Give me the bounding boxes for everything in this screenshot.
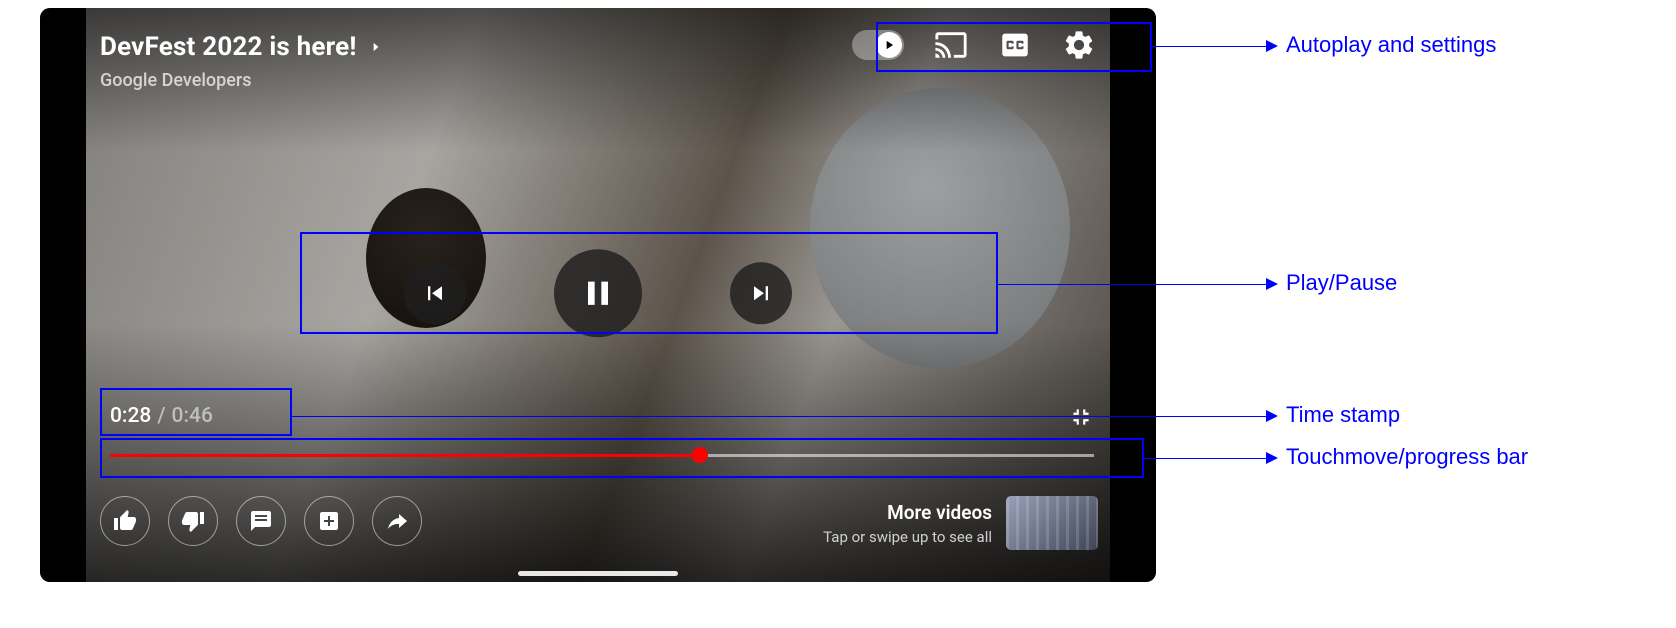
captions-icon[interactable] <box>998 28 1032 62</box>
timestamp-block: 0:28 / 0:46 <box>110 404 213 428</box>
autoplay-toggle[interactable] <box>852 30 904 60</box>
annotation-line-autoplay <box>1152 46 1268 47</box>
like-button[interactable] <box>100 496 150 546</box>
more-videos-block[interactable]: More videos Tap or swipe up to see all <box>823 496 1098 550</box>
annotation-label-playpause: Play/Pause <box>1286 270 1397 296</box>
annotation-arrow-autoplay <box>1266 40 1278 52</box>
annotation-arrow-timestamp <box>1266 410 1278 422</box>
time-separator: / <box>157 404 165 428</box>
more-videos-subtitle: Tap or swipe up to see all <box>823 528 992 546</box>
dislike-button[interactable] <box>168 496 218 546</box>
annotation-label-timestamp: Time stamp <box>1286 402 1400 428</box>
current-time: 0:28 <box>110 404 151 428</box>
cast-icon[interactable] <box>934 28 968 62</box>
annotation-label-progress: Touchmove/progress bar <box>1286 444 1528 470</box>
channel-name: Google Developers <box>100 70 383 91</box>
exit-fullscreen-icon[interactable] <box>1068 404 1094 430</box>
video-title: DevFest 2022 is here! <box>100 32 357 62</box>
center-playback-controls <box>404 249 792 337</box>
more-videos-title: More videos <box>823 501 992 524</box>
more-videos-thumbnail <box>1006 496 1098 550</box>
annotation-label-autoplay: Autoplay and settings <box>1286 32 1496 58</box>
top-controls-group <box>852 28 1096 62</box>
video-player: DevFest 2022 is here! Google Developers <box>40 8 1156 582</box>
annotation-arrow-playpause <box>1266 278 1278 290</box>
settings-gear-icon[interactable] <box>1062 28 1096 62</box>
progress-thumb[interactable] <box>692 447 708 463</box>
video-title-block[interactable]: DevFest 2022 is here! Google Developers <box>100 32 383 91</box>
pause-button[interactable] <box>554 249 642 337</box>
save-playlist-button[interactable] <box>304 496 354 546</box>
annotation-arrow-progress <box>1266 452 1278 464</box>
annotation-line-progress <box>1144 458 1268 459</box>
action-row <box>100 496 422 546</box>
previous-button[interactable] <box>404 262 466 324</box>
chevron-right-icon <box>369 36 383 58</box>
total-duration: 0:46 <box>172 404 213 428</box>
autoplay-knob-play-icon <box>876 32 902 58</box>
progress-bar[interactable] <box>110 448 1094 462</box>
comments-button[interactable] <box>236 496 286 546</box>
home-indicator[interactable] <box>518 571 678 576</box>
progress-fill <box>110 454 700 457</box>
share-button[interactable] <box>372 496 422 546</box>
next-button[interactable] <box>730 262 792 324</box>
